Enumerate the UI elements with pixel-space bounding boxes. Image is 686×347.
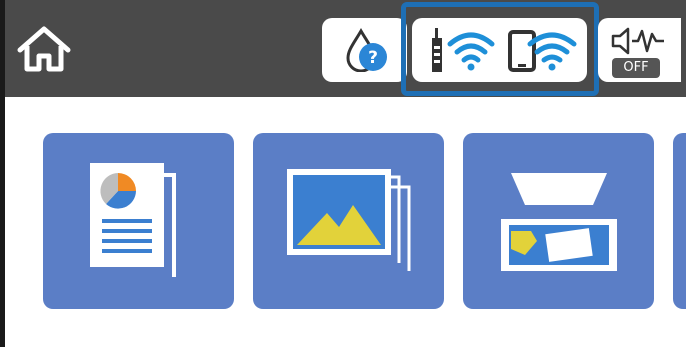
help-icon: ? xyxy=(359,43,387,71)
scan-icon xyxy=(501,173,617,271)
ink-status-button[interactable]: ? xyxy=(322,18,407,82)
quiet-mode-icon xyxy=(611,27,664,55)
network-icon-highlight xyxy=(401,2,599,96)
quiet-mode-status-badge: OFF xyxy=(612,58,660,78)
copy-tile[interactable] xyxy=(43,133,234,309)
svg-text:?: ? xyxy=(368,48,378,68)
home-icon xyxy=(17,26,71,72)
copy-icon xyxy=(90,163,176,277)
more-functions-tile[interactable] xyxy=(673,133,686,309)
home-button[interactable] xyxy=(14,24,74,74)
photo-print-tile[interactable] xyxy=(253,133,444,309)
photo-print-icon xyxy=(287,169,411,271)
scan-tile[interactable] xyxy=(463,133,654,309)
